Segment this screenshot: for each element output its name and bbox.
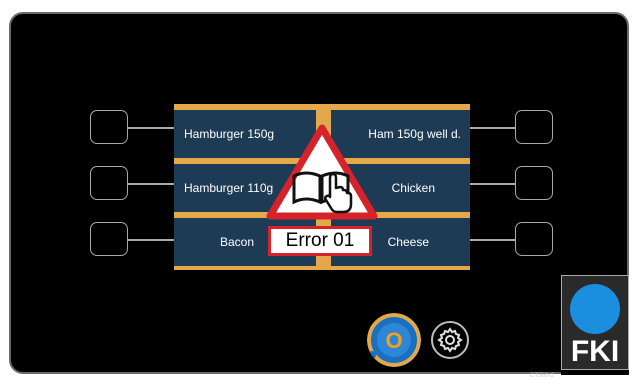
connector — [128, 127, 174, 129]
error-text: Error 01 — [285, 230, 355, 251]
menu-item-label: Hamburger 150g — [184, 127, 275, 141]
model-number: CTS60-2 — [530, 373, 555, 379]
right-button-3[interactable] — [515, 222, 553, 256]
connector — [470, 127, 516, 129]
menu-item-label: Cheese — [387, 235, 429, 249]
left-button-1[interactable] — [90, 110, 128, 144]
menu-item-label: Hamburger 110g — [184, 181, 274, 195]
start-label: O — [385, 328, 402, 353]
manual-warning-icon — [266, 124, 378, 220]
logo-text: FKI — [570, 335, 620, 368]
left-button-2[interactable] — [90, 166, 128, 200]
right-button-1[interactable] — [515, 110, 553, 144]
menu-item-label: Ham 150g well d. — [368, 127, 461, 141]
connector — [470, 239, 516, 241]
start-button[interactable]: O — [367, 313, 421, 367]
menu-item-label: Chicken — [391, 181, 435, 195]
connector — [128, 239, 174, 241]
menu-item-label: Bacon — [220, 235, 255, 249]
connector — [128, 183, 174, 185]
left-button-3[interactable] — [90, 222, 128, 256]
logo-circle-icon — [570, 284, 620, 334]
gear-icon[interactable] — [430, 320, 470, 360]
error-message: Error 01 — [268, 226, 372, 256]
right-button-2[interactable] — [515, 166, 553, 200]
brand-logo: FKI — [561, 275, 629, 375]
connector — [470, 183, 516, 185]
